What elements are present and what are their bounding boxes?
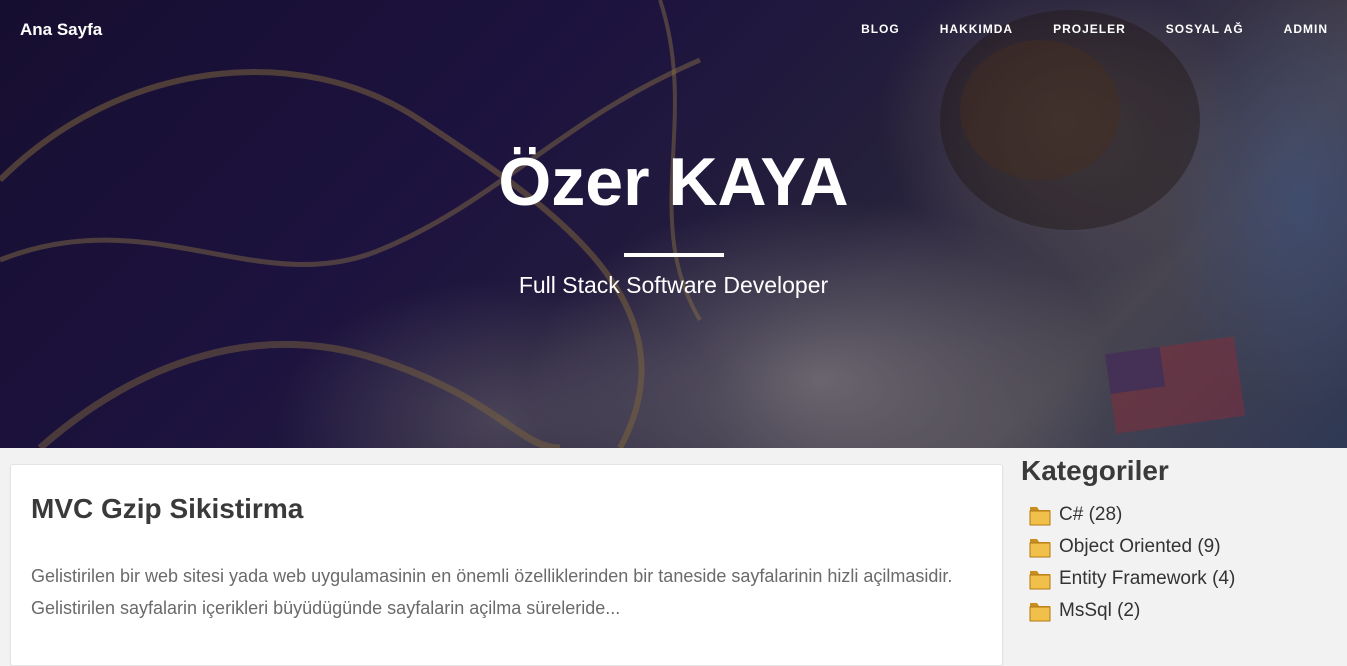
site-title: Özer KAYA xyxy=(498,144,849,220)
post-excerpt: Gelistirilen bir web sitesi yada web uyg… xyxy=(31,566,953,618)
nav-hakkimda[interactable]: HAKKIMDA xyxy=(940,22,1013,36)
nav-admin[interactable]: ADMIN xyxy=(1284,22,1328,36)
sidebar: Kategoriler C# (28) Object Oriented (9) … xyxy=(1021,455,1341,627)
sidebar-title: Kategoriler xyxy=(1021,455,1169,486)
category-label: Object Oriented (9) xyxy=(1059,536,1221,557)
category-item[interactable]: Entity Framework (4) xyxy=(1021,563,1341,595)
category-item[interactable]: C# (28) xyxy=(1021,499,1341,531)
category-label: MsSql (2) xyxy=(1059,600,1141,621)
category-item[interactable]: MsSql (2) xyxy=(1021,595,1341,627)
post-card: MVC Gzip Sikistirma Gelistirilen bir web… xyxy=(10,464,1003,666)
home-link[interactable]: Ana Sayfa xyxy=(20,20,102,40)
folder-icon xyxy=(1029,539,1051,558)
site-subtitle: Full Stack Software Developer xyxy=(518,272,829,298)
category-label: Entity Framework (4) xyxy=(1059,568,1236,589)
nav-sosyal-ag[interactable]: SOSYAL AĞ xyxy=(1166,22,1244,36)
category-label: C# (28) xyxy=(1059,504,1123,525)
title-divider xyxy=(624,253,724,257)
nav-projeler[interactable]: PROJELER xyxy=(1053,22,1126,36)
category-list: C# (28) Object Oriented (9) Entity Frame… xyxy=(1021,499,1341,627)
folder-icon xyxy=(1029,571,1051,590)
main-nav: BLOG HAKKIMDA PROJELER SOSYAL AĞ ADMIN xyxy=(821,22,1328,36)
hero-overlay xyxy=(0,0,1347,448)
post-title[interactable]: MVC Gzip Sikistirma xyxy=(31,493,303,525)
nav-blog[interactable]: BLOG xyxy=(861,22,900,36)
folder-icon xyxy=(1029,603,1051,622)
folder-icon xyxy=(1029,507,1051,526)
hero-banner: Ana Sayfa BLOG HAKKIMDA PROJELER SOSYAL … xyxy=(0,0,1347,448)
category-item[interactable]: Object Oriented (9) xyxy=(1021,531,1341,563)
